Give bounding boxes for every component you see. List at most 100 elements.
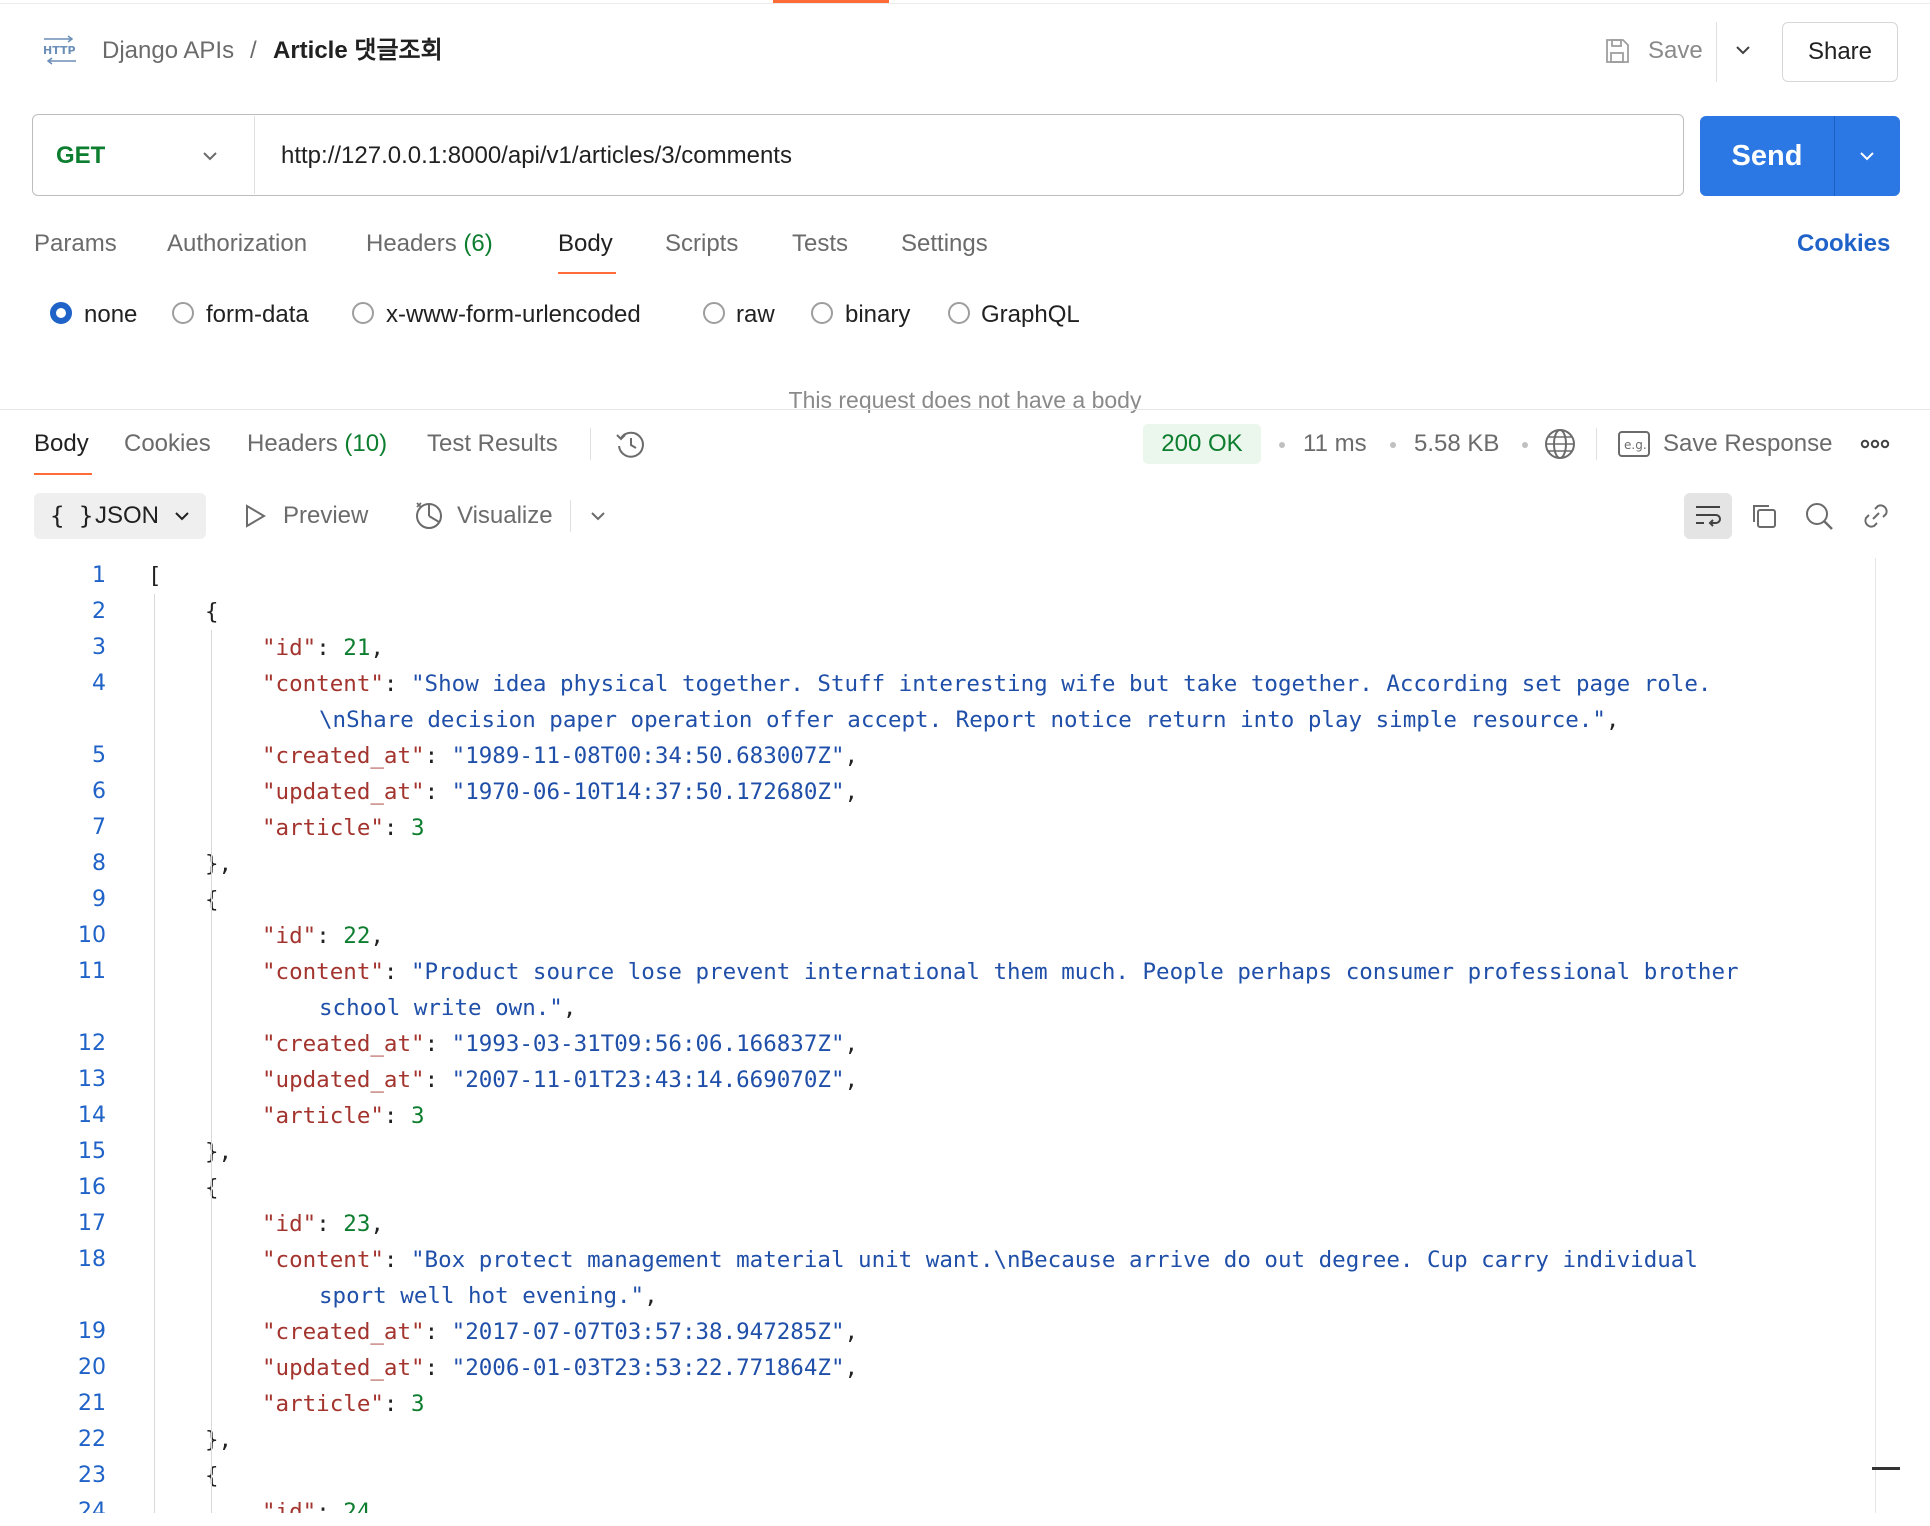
radio-raw-label[interactable]: raw (736, 299, 775, 331)
http-icon: HTTP (43, 35, 76, 65)
tab-scripts[interactable]: Scripts (665, 228, 738, 260)
response-tab-headers[interactable]: Headers (10) (247, 428, 387, 460)
code-token: "content" (262, 671, 384, 697)
code-line: 10 "id": 22, (0, 918, 1875, 954)
response-size[interactable]: 5.58 KB (1414, 428, 1499, 460)
chevron-down-icon[interactable] (172, 506, 192, 526)
code-token: , (644, 1283, 658, 1309)
save-response-button[interactable]: Save Response (1663, 428, 1832, 460)
radio-none-label[interactable]: none (84, 299, 137, 331)
code-token: : (383, 1391, 412, 1417)
code-line: 2{ (0, 594, 1875, 630)
response-divider[interactable] (0, 409, 1930, 410)
tab-body[interactable]: Body (558, 228, 613, 260)
share-button[interactable]: Share (1782, 22, 1898, 82)
link-icon[interactable] (1860, 500, 1892, 532)
code-token: : (383, 671, 412, 697)
chevron-down-icon[interactable] (1733, 40, 1753, 60)
response-tab-test-results[interactable]: Test Results (427, 428, 558, 460)
method-select[interactable]: GET (56, 140, 105, 172)
globe-icon[interactable] (1543, 427, 1577, 461)
response-tab-body-underline (34, 473, 92, 475)
request-name[interactable]: Article 댓글조회 (273, 36, 443, 66)
request-url-bar (32, 114, 1684, 196)
radio-binary-label[interactable]: binary (845, 299, 910, 331)
line-number: 22 (78, 1427, 106, 1452)
code-token: : (424, 779, 452, 805)
save-button[interactable]: Save (1648, 36, 1703, 66)
cookies-link[interactable]: Cookies (1797, 228, 1890, 260)
tab-tests[interactable]: Tests (792, 228, 848, 260)
radio-urlencoded-label[interactable]: x-www-form-urlencoded (386, 299, 641, 331)
code-token: "article" (262, 1103, 384, 1129)
tab-settings[interactable]: Settings (901, 228, 988, 260)
code-token: 24 (343, 1499, 371, 1513)
code-line: 19 "created_at": "2017-07-07T03:57:38.947… (0, 1314, 1875, 1350)
code-token: "Show idea physical together. Stuff inte… (411, 671, 1712, 697)
preview-button[interactable]: Preview (283, 500, 368, 532)
tab-headers[interactable]: Headers (6) (366, 228, 493, 260)
code-line: 14 "article": 3 (0, 1098, 1875, 1134)
search-icon[interactable] (1803, 500, 1835, 532)
chevron-down-icon[interactable] (1857, 146, 1877, 166)
visualize-button[interactable]: Visualize (457, 500, 553, 532)
wrap-lines-icon[interactable] (1692, 500, 1724, 532)
svg-text:e.g.: e.g. (1624, 438, 1647, 452)
code-line: \nShare decision paper operation offer a… (0, 702, 1875, 738)
code-token: "Box protect management material unit wa… (411, 1247, 1698, 1273)
code-text: "id": 21, (262, 630, 384, 666)
radio-form-data[interactable] (172, 302, 194, 324)
visualize-divider (570, 500, 571, 532)
save-icon[interactable] (1602, 36, 1632, 66)
tab-params[interactable]: Params (34, 228, 117, 260)
code-line: 12 "created_at": "1993-03-31T09:56:06.166… (0, 1026, 1875, 1062)
line-number: 15 (78, 1139, 106, 1164)
code-token: , (844, 1319, 859, 1345)
status-badge[interactable]: 200 OK (1143, 424, 1261, 464)
line-number: 20 (78, 1355, 106, 1380)
url-input[interactable]: http://127.0.0.1:8000/api/v1/articles/3/… (281, 140, 792, 172)
meta-dot (1279, 442, 1285, 448)
visualize-icon[interactable] (412, 498, 446, 532)
line-number: 13 (78, 1067, 106, 1092)
no-body-message: This request does not have a body (788, 387, 1142, 413)
format-label[interactable]: JSON (95, 500, 159, 532)
code-token: 23 (343, 1211, 371, 1237)
send-split-divider (1834, 116, 1835, 196)
line-number: 6 (92, 779, 106, 804)
radio-none[interactable] (50, 302, 72, 324)
history-icon[interactable] (614, 428, 648, 462)
response-body-editor[interactable]: 1[2{3 "id": 21, 4 "content": "Show idea phy… (0, 558, 1875, 1513)
radio-form-data-label[interactable]: form-data (206, 299, 309, 331)
send-button[interactable]: Send (1700, 116, 1834, 196)
radio-graphql[interactable] (948, 302, 970, 324)
response-time[interactable]: 11 ms (1303, 428, 1367, 460)
code-text: }, (205, 846, 232, 882)
tab-authorization[interactable]: Authorization (167, 228, 307, 260)
response-tab-divider (590, 428, 591, 460)
play-icon[interactable] (242, 502, 268, 530)
scrollbar-thumb[interactable] (1872, 1467, 1900, 1470)
chevron-down-icon[interactable] (588, 506, 608, 526)
radio-binary[interactable] (811, 302, 833, 324)
radio-raw[interactable] (703, 302, 725, 324)
eg-icon[interactable]: e.g. (1618, 430, 1650, 458)
radio-urlencoded[interactable] (352, 302, 374, 324)
code-token: "created_at" (262, 1031, 425, 1057)
code-token: : (316, 1499, 344, 1513)
code-token: , (844, 1067, 859, 1093)
code-line: 16{ (0, 1170, 1875, 1206)
chevron-down-icon[interactable] (200, 146, 220, 166)
response-tab-cookies[interactable]: Cookies (124, 428, 211, 460)
copy-icon[interactable] (1748, 500, 1780, 532)
radio-graphql-label[interactable]: GraphQL (981, 299, 1080, 331)
scrollbar-track[interactable] (1875, 558, 1876, 1513)
response-tab-body[interactable]: Body (34, 428, 89, 460)
code-token: "2017-07-07T03:57:38.947285Z" (451, 1319, 845, 1345)
code-line: 22}, (0, 1422, 1875, 1458)
more-icon[interactable] (1860, 436, 1890, 452)
code-token: { (205, 599, 219, 625)
code-line: 5 "created_at": "1989-11-08T00:34:50.6830… (0, 738, 1875, 774)
code-line: 21 "article": 3 (0, 1386, 1875, 1422)
breadcrumb-collection[interactable]: Django APIs (102, 36, 234, 66)
